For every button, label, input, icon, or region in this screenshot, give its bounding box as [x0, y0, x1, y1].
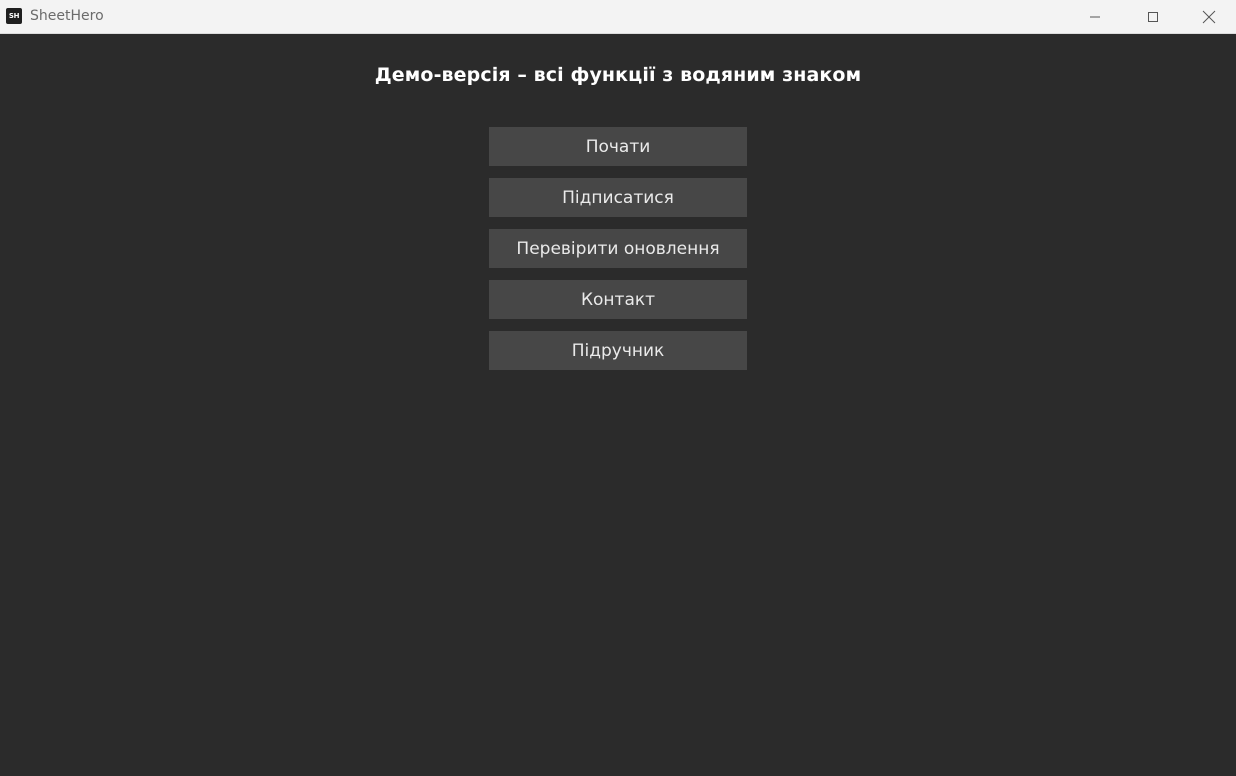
tutorial-button[interactable]: Підручник	[489, 331, 747, 370]
title-bar[interactable]: SH SheetHero	[0, 0, 1236, 34]
minimize-icon	[1089, 11, 1101, 23]
close-button[interactable]	[1182, 0, 1236, 33]
main-menu: Почати Підписатися Перевірити оновлення …	[489, 127, 747, 382]
check-updates-button[interactable]: Перевірити оновлення	[489, 229, 747, 268]
app-logo-icon: SH	[6, 8, 22, 24]
app-window: SH SheetHero Демо-версія – всі функції з…	[0, 0, 1236, 776]
maximize-icon	[1147, 11, 1159, 23]
main-content: Демо-версія – всі функції з водяним знак…	[0, 34, 1236, 776]
maximize-button[interactable]	[1124, 0, 1182, 33]
start-button[interactable]: Почати	[489, 127, 747, 166]
contact-button[interactable]: Контакт	[489, 280, 747, 319]
window-title: SheetHero	[30, 8, 104, 24]
minimize-button[interactable]	[1066, 0, 1124, 33]
subscribe-button[interactable]: Підписатися	[489, 178, 747, 217]
close-icon	[1202, 10, 1216, 24]
page-title: Демо-версія – всі функції з водяним знак…	[374, 64, 862, 86]
